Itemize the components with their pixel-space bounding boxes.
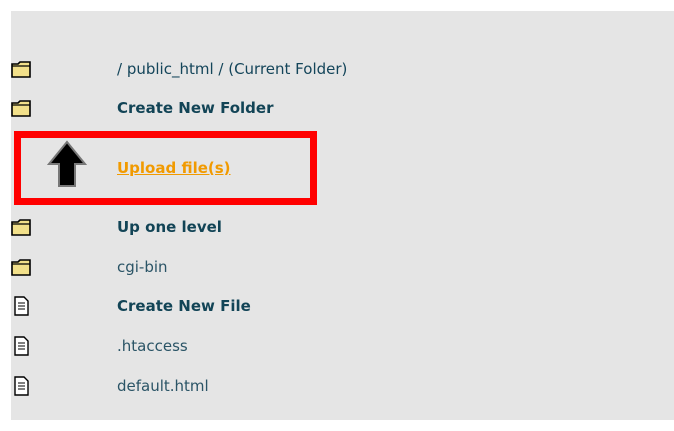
file-icon (14, 376, 29, 396)
up-one-level-link[interactable]: Up one level (117, 218, 222, 236)
htaccess-link[interactable]: .htaccess (117, 337, 188, 355)
folder-icon (11, 259, 31, 276)
create-new-folder-link[interactable]: Create New Folder (117, 99, 273, 117)
upload-files-link[interactable]: Upload file(s) (117, 159, 231, 177)
create-new-file-link[interactable]: Create New File (117, 297, 251, 315)
folder-icon (11, 219, 31, 236)
file-icon (14, 336, 29, 356)
default-html-link[interactable]: default.html (117, 377, 209, 395)
folder-icon (11, 61, 31, 78)
folder-icon (11, 100, 31, 117)
cgi-bin-link[interactable]: cgi-bin (117, 258, 168, 276)
up-arrow-icon (46, 140, 88, 187)
file-icon (14, 296, 29, 316)
current-folder-path: / public_html / (Current Folder) (117, 60, 348, 78)
